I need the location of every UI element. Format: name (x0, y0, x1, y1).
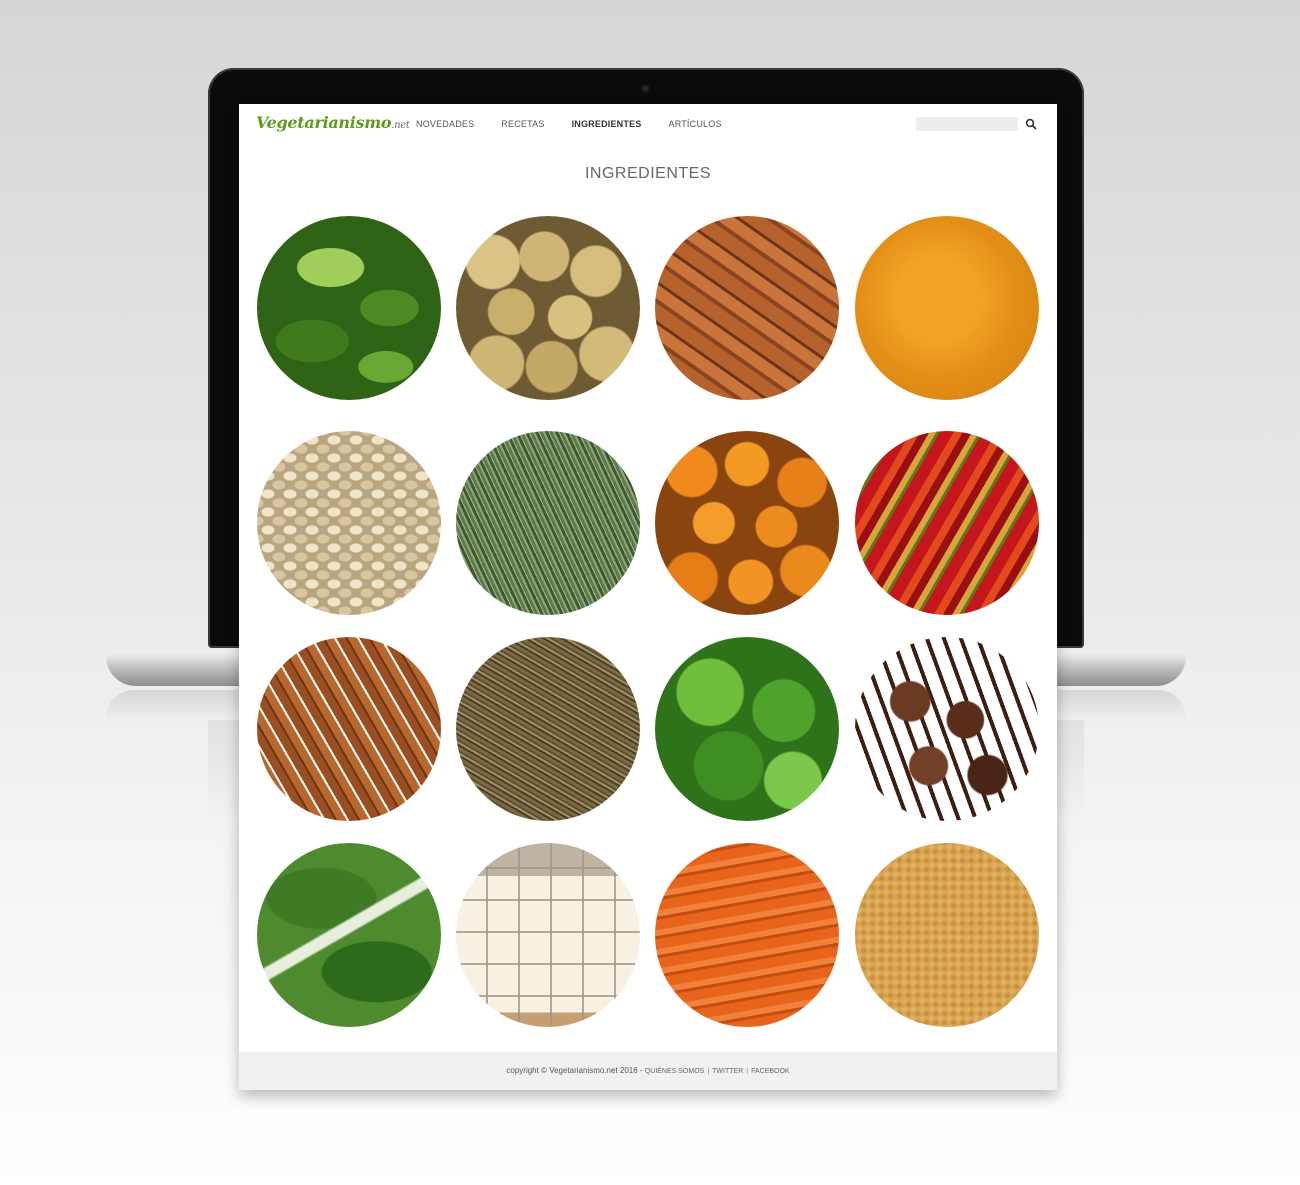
ingredient-pepper-image[interactable] (855, 431, 1039, 615)
ingredient-pumpkin-image[interactable] (655, 431, 839, 615)
footer-text: copyright © Vegetarianismo.net 2016 - QU… (239, 1066, 1057, 1075)
ingredient-cilantro-image[interactable] (655, 637, 839, 821)
ingredient-powder-image[interactable] (855, 216, 1039, 400)
website-page: Vegetarianismo.net NOVEDADES RECETAS ING… (239, 104, 1057, 1090)
ingredient-turmeric-image[interactable] (655, 216, 839, 400)
ingredient-herbs-image[interactable] (456, 431, 640, 615)
ingredient-chard-image[interactable] (257, 843, 441, 1027)
ingredient-spinach-image[interactable] (257, 216, 441, 400)
ingredient-carrot-image[interactable] (655, 843, 839, 1027)
ingredient-crumbs-image[interactable] (855, 843, 1039, 1027)
ingredient-cinnamon-image[interactable] (257, 637, 441, 821)
footer-separator: | (707, 1068, 710, 1075)
ingredient-tofu-image[interactable] (456, 843, 640, 1027)
ingredient-clove-image[interactable] (855, 637, 1039, 821)
footer-link-twitter[interactable]: TWITTER (712, 1068, 743, 1075)
footer-separator: | (746, 1068, 749, 1075)
camera-icon (641, 84, 650, 93)
ingredient-potato-image[interactable] (456, 216, 640, 400)
footer-link-facebook[interactable]: FACEBOOK (751, 1068, 790, 1075)
ingredient-oats-image[interactable] (257, 431, 441, 615)
footer-copyright: copyright © Vegetarianismo.net 2016 - (506, 1066, 645, 1075)
footer-link-quienes-somos[interactable]: QUIÉNES SOMOS (645, 1068, 705, 1075)
ingredient-grid (239, 104, 1057, 1044)
site-footer: copyright © Vegetarianismo.net 2016 - QU… (239, 1052, 1057, 1090)
ingredient-cumin-image[interactable] (456, 637, 640, 821)
